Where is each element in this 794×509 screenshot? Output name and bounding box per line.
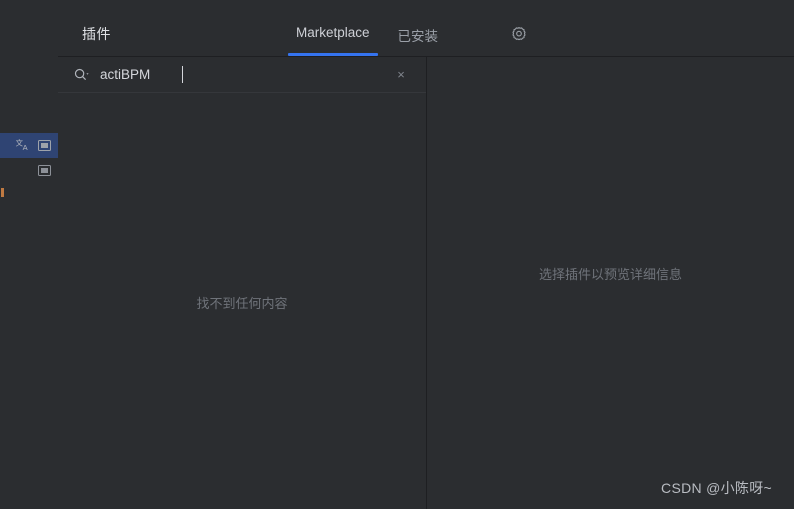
text-caret xyxy=(182,66,183,83)
search-bar: × xyxy=(58,57,426,93)
details-placeholder-message: 选择插件以预览详细信息 xyxy=(538,267,682,282)
gear-icon xyxy=(511,26,527,42)
plugin-details-panel: 选择插件以预览详细信息 CSDN @小陈呀~ xyxy=(427,57,794,509)
search-input[interactable] xyxy=(92,67,392,82)
empty-results-message: 找不到任何内容 xyxy=(196,296,288,311)
tab-bar: Marketplace 已安装 xyxy=(282,11,452,56)
dialog-header: 插件 Marketplace 已安装 xyxy=(58,11,794,57)
plugins-list-panel: × 找不到任何内容 xyxy=(58,57,427,509)
window-icon[interactable] xyxy=(38,164,51,180)
page-title: 插件 xyxy=(82,26,111,42)
ide-left-gutter xyxy=(0,11,58,509)
ide-modified-marker xyxy=(1,188,4,197)
search-icon xyxy=(74,67,92,83)
tab-installed[interactable]: 已安装 xyxy=(384,11,453,56)
clear-search-button[interactable]: × xyxy=(392,66,410,84)
settings-button[interactable] xyxy=(508,23,530,45)
plugins-dialog-window: 文 A 插件 Marketplace 已安装 actiBPM × 找不到任何内容… xyxy=(0,0,794,509)
dialog-body: × 找不到任何内容 选择插件以预览详细信息 CSDN @小陈呀~ xyxy=(58,57,794,509)
svg-text:A: A xyxy=(23,143,28,152)
plugins-dialog: 插件 Marketplace 已安装 actiBPM × 找不到任何内容 选择插… xyxy=(58,11,794,509)
translate-icon[interactable]: 文 A xyxy=(16,137,31,156)
tab-marketplace[interactable]: Marketplace xyxy=(282,11,384,56)
watermark: CSDN @小陈呀~ xyxy=(661,480,772,496)
window-icon[interactable] xyxy=(38,139,51,155)
